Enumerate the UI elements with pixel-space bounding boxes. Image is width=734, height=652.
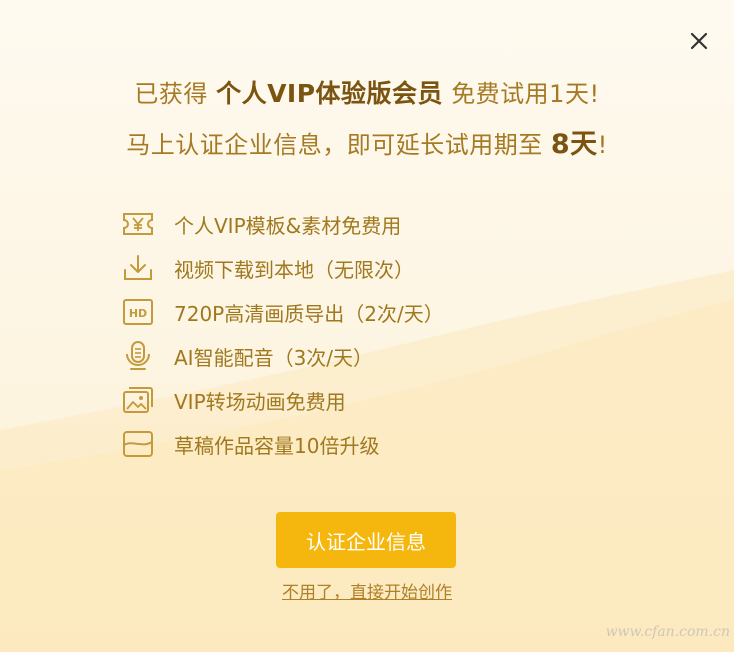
feature-item-vip-transitions: VIP转场动画免费用 xyxy=(120,380,540,420)
hd-icon: HD xyxy=(120,294,156,330)
watermark: www.cfan.com.cn xyxy=(605,624,730,640)
headline-extend-trial: 马上认证企业信息，即可延长试用期至 8天! xyxy=(0,122,734,161)
headline-trial-granted: 已获得 个人VIP体验版会员 免费试用1天! xyxy=(0,74,734,110)
feature-label: 720P高清画质导出（2次/天） xyxy=(174,301,444,326)
feature-label: AI智能配音（3次/天） xyxy=(174,345,374,370)
feature-item-download: 视频下载到本地（无限次） xyxy=(120,248,540,288)
skip-link[interactable]: 不用了，直接开始创作 xyxy=(0,578,734,603)
headline-suffix: ! xyxy=(597,131,608,159)
headline-prefix: 马上认证企业信息，即可延长试用期至 xyxy=(126,131,543,159)
feature-label: 草稿作品容量10倍升级 xyxy=(174,433,380,458)
feature-item-hd-export: HD 720P高清画质导出（2次/天） xyxy=(120,292,540,332)
feature-label: VIP转场动画免费用 xyxy=(174,389,346,414)
image-stack-icon xyxy=(120,382,156,418)
close-button[interactable] xyxy=(686,28,712,54)
ticket-yen-icon xyxy=(120,206,156,242)
svg-text:HD: HD xyxy=(129,307,147,320)
headline-prefix: 已获得 xyxy=(134,80,208,108)
close-icon[interactable] xyxy=(686,28,712,54)
headline-suffix: 免费试用1天! xyxy=(451,80,600,108)
headline-trial-days: 8天 xyxy=(550,129,598,160)
feature-item-ai-voice: AI智能配音（3次/天） xyxy=(120,336,540,376)
headline-membership-name: 个人VIP体验版会员 xyxy=(216,79,444,108)
draft-box-icon xyxy=(120,426,156,462)
feature-item-draft-capacity: 草稿作品容量10倍升级 xyxy=(120,424,540,464)
feature-label: 个人VIP模板&素材免费用 xyxy=(174,213,402,238)
download-icon xyxy=(120,250,156,286)
trial-dialog: 已获得 个人VIP体验版会员 免费试用1天! 马上认证企业信息，即可延长试用期至… xyxy=(0,0,734,652)
verify-enterprise-button[interactable]: 认证企业信息 xyxy=(276,512,456,568)
feature-label: 视频下载到本地（无限次） xyxy=(174,257,414,282)
feature-item-vip-templates: 个人VIP模板&素材免费用 xyxy=(120,204,540,244)
microphone-icon xyxy=(120,338,156,374)
